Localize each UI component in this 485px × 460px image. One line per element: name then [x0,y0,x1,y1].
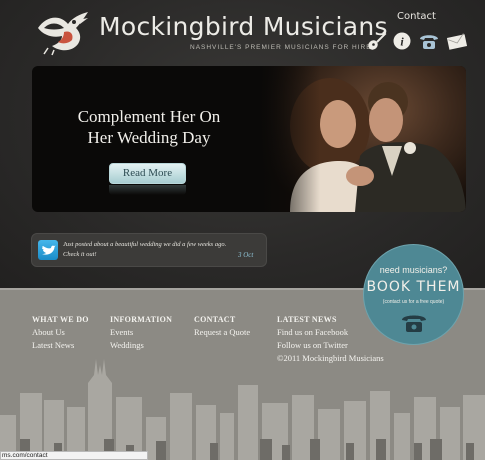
browser-status-url: ms.com/contact [0,451,148,460]
footer-heading-what-we-do: WHAT WE DO [32,315,89,324]
brand-tagline: NASHVILLE'S PREMIER MUSICIANS FOR HIRE [190,44,372,51]
footer-heading-contact: CONTACT [194,315,236,324]
hero-photo-fade [260,66,320,212]
contact-label[interactable]: Contact [397,11,436,22]
tweet-line-2: Check it out! [63,251,97,258]
footer-col-what-we-do: WHAT WE DO About Us Latest News [32,313,89,352]
twitter-icon[interactable] [38,240,58,260]
badge-tagline: need musicians? [379,265,448,275]
hero-title-line-1: Complement Her On [77,107,221,126]
tweet-text: Just posted about a beautiful wedding we… [63,240,243,260]
phone-icon[interactable] [418,30,440,52]
badge-title[interactable]: BOOK THEM [364,279,463,295]
telephone-icon [402,315,426,332]
mockingbird-logo-icon[interactable] [34,8,92,56]
footer-heading-information: INFORMATION [110,315,173,324]
tweet-date[interactable]: 3 Oct [238,251,253,259]
book-them-badge[interactable]: need musicians? BOOK THEM (contact us fo… [363,244,464,345]
footer-col-information: INFORMATION Events Weddings [110,313,172,352]
guitar-icon[interactable] [365,30,387,52]
footer-link-about-us[interactable]: About Us [32,326,89,339]
tweet-line-1: Just posted about a beautiful wedding we… [63,241,227,248]
footer-link-weddings[interactable]: Weddings [110,339,172,352]
footer-link-facebook[interactable]: Find us on Facebook [277,326,384,339]
footer-link-events[interactable]: Events [110,326,172,339]
footer-link-request-quote[interactable]: Request a Quote [194,326,250,339]
footer-link-twitter[interactable]: Follow us on Twitter [277,339,384,352]
footer-link-latest-news[interactable]: Latest News [32,339,89,352]
mail-icon[interactable] [446,30,468,52]
footer-col-contact: CONTACT Request a Quote [194,313,250,339]
hero-banner: Complement Her On Her Wedding Day Read M… [32,66,466,212]
city-skyline-illustration [0,359,485,460]
badge-subtext: (contact us for a free quote) [382,299,445,305]
info-icon[interactable]: i [391,30,413,52]
latest-tweet[interactable]: Just posted about a beautiful wedding we… [31,233,267,267]
hero-title-line-2: Her Wedding Day [87,128,211,147]
brand-name[interactable]: Mockingbird Musicians [99,12,388,41]
read-more-button[interactable]: Read More [109,163,186,184]
read-more-reflection [109,185,186,195]
copyright: ©2011 Mockingbird Musicians [277,353,384,363]
footer-col-latest-news: LATEST NEWS Find us on Facebook Follow u… [277,313,384,365]
hero-title: Complement Her On Her Wedding Day [68,106,230,148]
